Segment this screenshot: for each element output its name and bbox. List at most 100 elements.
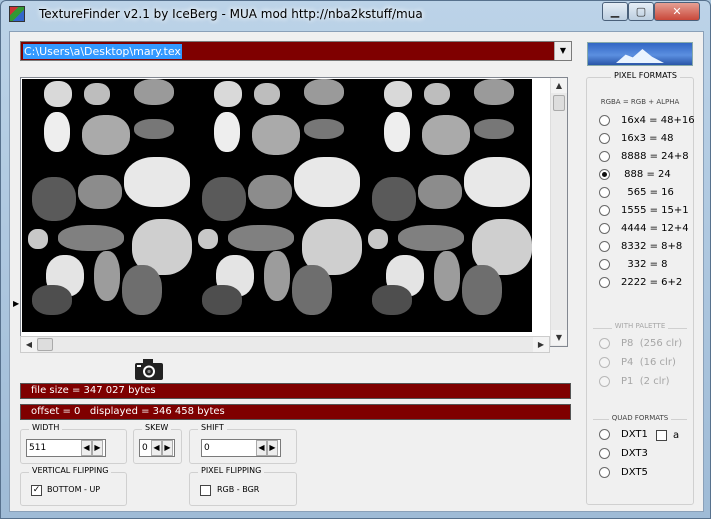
texture-fragment (418, 175, 462, 209)
file-path-combobox[interactable]: C:\Users\a\Desktop\mary.tex ▼ (20, 41, 572, 61)
width-value[interactable]: 511 (29, 443, 46, 453)
pixel-flipping-group: PIXEL FLIPPING RGB - BGR (189, 466, 297, 506)
texture-fragment (372, 285, 412, 315)
texture-fragment (94, 251, 120, 301)
texture-fragment (384, 81, 412, 107)
texture-fragment (84, 83, 110, 105)
palette-format-radio[interactable] (599, 338, 610, 349)
quad-format-radio[interactable] (599, 429, 610, 440)
texture-fragment (32, 285, 72, 315)
pixel-format-radio[interactable] (599, 187, 610, 198)
pixel-format-label: 888 = 24 (621, 169, 671, 180)
shift-decrease-button[interactable]: ◀ (256, 440, 267, 456)
scroll-right-icon[interactable]: ▶ (533, 337, 549, 352)
palette-format-radio[interactable] (599, 357, 610, 368)
shift-input[interactable]: 0 ◀ ▶ (201, 439, 281, 457)
texture-fragment (252, 115, 300, 155)
quad-format-label: DXT1 (621, 429, 648, 440)
file-path-text[interactable]: C:\Users\a\Desktop\mary.tex (23, 44, 182, 59)
quad-format-radio[interactable] (599, 448, 610, 459)
bottom-up-checkbox[interactable]: ✓ (31, 485, 42, 496)
texture-fragment (124, 157, 190, 207)
scroll-up-icon[interactable]: ▲ (551, 78, 567, 93)
row-marker-icon: ▶ (13, 299, 20, 308)
width-decrease-button[interactable]: ◀ (81, 440, 92, 456)
rgb-bgr-label: RGB - BGR (217, 485, 260, 494)
texture-fragment (294, 157, 360, 207)
shift-increase-button[interactable]: ▶ (267, 440, 278, 456)
width-increase-button[interactable]: ▶ (92, 440, 103, 456)
window-title: TextureFinder v2.1 by IceBerg - MUA mod … (39, 7, 423, 21)
pixel-format-radio[interactable] (599, 169, 610, 180)
bottom-up-label: BOTTOM - UP (47, 485, 101, 494)
texture-fragment (304, 119, 344, 139)
shift-value[interactable]: 0 (204, 443, 210, 453)
scroll-left-icon[interactable]: ◀ (21, 337, 37, 352)
quad-formats-title: QUAD FORMATS (587, 414, 693, 422)
pixel-format-label: 332 = 8 (621, 259, 668, 270)
quad-format-radio[interactable] (599, 467, 610, 478)
width-label: WIDTH (29, 423, 63, 432)
quad-format-label: DXT5 (621, 467, 648, 478)
shift-group: SHIFT 0 ◀ ▶ (189, 423, 297, 464)
pixel-format-label: 16x4 = 48+16 (621, 115, 695, 126)
width-group: WIDTH 511 ◀ ▶ (20, 423, 127, 464)
horizontal-scrollbar[interactable]: ◀ ▶ (20, 336, 550, 353)
texture-fragment (134, 79, 174, 105)
width-input[interactable]: 511 ◀ ▶ (26, 439, 106, 457)
app-icon[interactable] (9, 6, 25, 22)
pixel-format-radio[interactable] (599, 115, 610, 126)
offset-status: offset = 0 displayed = 346 458 bytes (20, 404, 571, 420)
palette-format-label: P8 (256 clr) (621, 338, 683, 349)
skew-value[interactable]: 0 (142, 443, 148, 453)
vertical-scrollbar[interactable]: ▲ ▼ (550, 78, 567, 346)
pixel-format-radio[interactable] (599, 259, 610, 270)
maximize-button[interactable]: ▢ (628, 2, 654, 21)
close-button[interactable]: ✕ (654, 2, 700, 21)
title-bar[interactable]: TextureFinder v2.1 by IceBerg - MUA mod … (1, 1, 710, 28)
pixel-format-radio[interactable] (599, 133, 610, 144)
skew-input[interactable]: 0 ◀ ▶ (139, 439, 175, 457)
chevron-down-icon[interactable]: ▼ (554, 42, 571, 60)
pixel-format-label: 8888 = 24+8 (621, 151, 689, 162)
shift-label: SHIFT (198, 423, 227, 432)
texture-fragment (368, 229, 388, 249)
vertical-flipping-label: VERTICAL FLIPPING (29, 466, 112, 475)
texture-fragment (28, 229, 48, 249)
texture-fragment (424, 83, 450, 105)
vertical-flipping-group: VERTICAL FLIPPING ✓ BOTTOM - UP (20, 466, 127, 506)
texture-fragment (384, 112, 410, 152)
skew-increase-button[interactable]: ▶ (162, 440, 173, 456)
scroll-down-icon[interactable]: ▼ (551, 330, 567, 345)
palette-format-radio[interactable] (599, 376, 610, 387)
formats-panel: PIXEL FORMATS RGBA = RGB + ALPHA 16x4 = … (586, 71, 695, 505)
rgb-bgr-checkbox[interactable] (200, 485, 211, 496)
iceberg-logo (587, 42, 693, 66)
pixel-format-label: 8332 = 8+8 (621, 241, 683, 252)
texture-fragment (474, 79, 514, 105)
vertical-scroll-thumb[interactable] (553, 95, 565, 111)
pixel-flipping-label: PIXEL FLIPPING (198, 466, 265, 475)
app-window: TextureFinder v2.1 by IceBerg - MUA mod … (0, 0, 711, 519)
texture-fragment (44, 112, 70, 152)
rgba-subtitle: RGBA = RGB + ALPHA (600, 98, 680, 106)
pixel-format-radio[interactable] (599, 223, 610, 234)
pixel-format-radio[interactable] (599, 205, 610, 216)
pixel-format-radio[interactable] (599, 151, 610, 162)
dxt1-alpha-checkbox[interactable] (656, 430, 667, 441)
texture-fragment (264, 251, 290, 301)
texture-fragment (248, 175, 292, 209)
pixel-format-radio[interactable] (599, 277, 610, 288)
minimize-button[interactable]: ▁ (602, 2, 628, 21)
pixel-format-label: 1555 = 15+1 (621, 205, 689, 216)
quad-format-label: DXT3 (621, 448, 648, 459)
texture-fragment (462, 265, 502, 315)
texture-tile (22, 79, 192, 332)
pixel-format-radio[interactable] (599, 241, 610, 252)
skew-decrease-button[interactable]: ◀ (151, 440, 162, 456)
camera-icon[interactable] (134, 358, 164, 381)
pixel-format-label: 2222 = 6+2 (621, 277, 683, 288)
horizontal-scroll-thumb[interactable] (37, 338, 53, 351)
texture-preview-image (22, 79, 532, 332)
texture-viewer[interactable]: ▲ ▼ (20, 77, 568, 347)
